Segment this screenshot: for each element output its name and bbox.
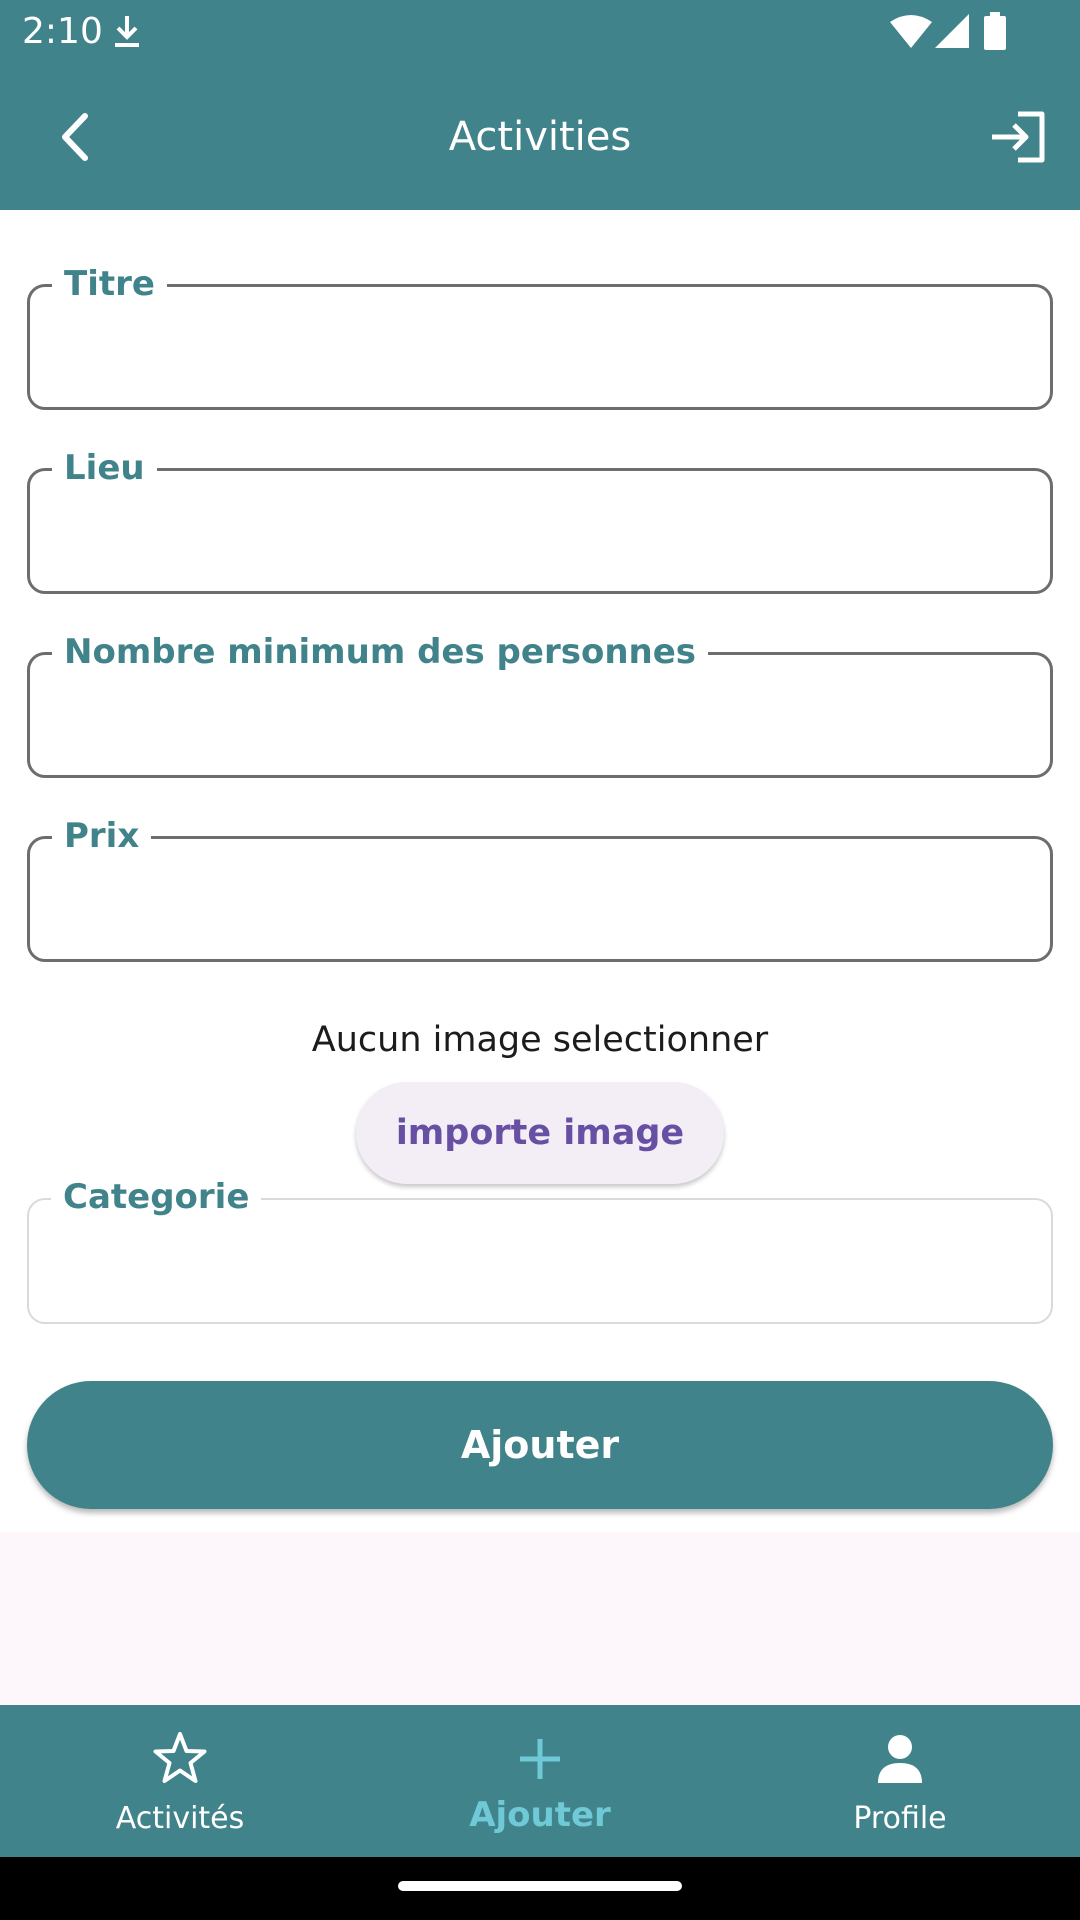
nav-label-profile: Profile [853,1801,947,1836]
nav-item-activites[interactable]: Activités [0,1705,360,1857]
chevron-left-icon [62,113,88,161]
nav-item-ajouter[interactable]: Ajouter [360,1705,720,1857]
nav-label-activites: Activités [115,1801,245,1836]
download-icon [115,16,139,47]
activity-form: Titre Lieu Nombre minimum des personnes … [0,210,1080,1532]
star-icon [153,1732,207,1783]
person-icon [878,1735,922,1783]
battery-icon [984,12,1006,50]
category-field-label: Categorie [51,1174,262,1220]
app-bar: Activities [0,64,1080,210]
price-field-label: Prix [52,813,152,859]
add-button[interactable]: Ajouter [27,1381,1053,1509]
plus-icon [520,1739,560,1779]
status-time: 2:10 [22,11,103,52]
logout-icon [992,111,1045,163]
title-input[interactable] [54,317,1028,379]
screen: 2:10 Activities Titre Lieu Nombre minimu… [0,0,1080,1920]
location-field-label: Lieu [52,445,157,491]
nav-label-ajouter: Ajouter [469,1795,611,1835]
image-status-text: Aucun image selectionner [311,1020,769,1060]
price-field[interactable]: Prix [27,813,1053,962]
title-field-label: Titre [52,261,167,307]
price-input[interactable] [54,869,1028,931]
import-image-button[interactable]: importe image [356,1082,724,1184]
min-people-field[interactable]: Nombre minimum des personnes [27,629,1053,778]
min-people-input[interactable] [54,685,1028,747]
system-nav-bar [0,1857,1080,1920]
location-field[interactable]: Lieu [27,445,1053,594]
category-input[interactable] [53,1230,1027,1292]
location-input[interactable] [54,501,1028,563]
wifi-icon [890,15,932,48]
page-title: Activities [448,114,632,160]
min-people-field-label: Nombre minimum des personnes [52,629,709,675]
category-field[interactable]: Categorie [27,1174,1053,1324]
status-bar: 2:10 [0,0,1080,64]
signal-icon [935,14,969,48]
title-field[interactable]: Titre [27,261,1053,410]
home-indicator[interactable] [398,1881,682,1891]
logout-button[interactable] [984,102,1054,172]
back-button[interactable] [40,102,110,172]
bottom-nav: Activités Ajouter Profile [0,1705,1080,1857]
nav-item-profile[interactable]: Profile [720,1705,1080,1857]
